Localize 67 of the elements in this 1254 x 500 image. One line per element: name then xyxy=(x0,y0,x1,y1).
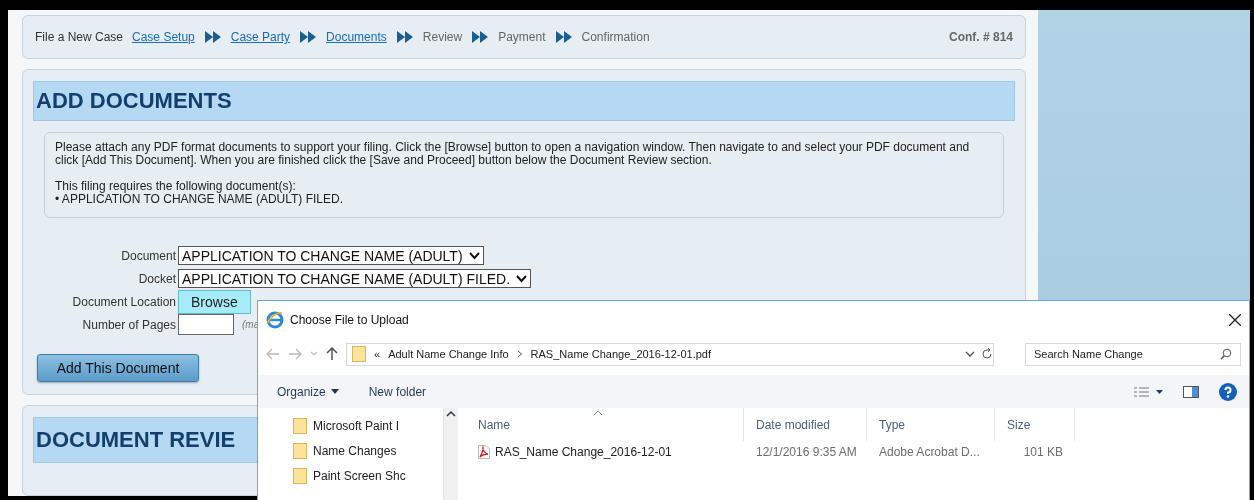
chevron-right-icon xyxy=(516,350,523,358)
up-arrow-icon[interactable] xyxy=(326,347,338,361)
chevron-down-icon xyxy=(516,274,527,283)
section-title: ADD DOCUMENTS xyxy=(36,88,232,114)
double-chevron-icon xyxy=(471,31,490,43)
column-header[interactable]: Date modified xyxy=(744,408,867,441)
preview-pane-icon[interactable] xyxy=(1183,385,1199,398)
folder-icon xyxy=(293,417,307,434)
address-bar[interactable]: « Adult Name Change Info RAS_Name Change_2016-12-01.pdf xyxy=(346,342,994,366)
file-type: Adobe Acrobat D... xyxy=(878,445,981,459)
folder-item[interactable]: Microsoft Paint I xyxy=(293,416,443,435)
path-segment[interactable]: Adult Name Change Info xyxy=(388,348,509,360)
caret-icon xyxy=(330,389,339,394)
search-icon xyxy=(1220,348,1232,360)
file-date: 12/1/2016 9:35 AM xyxy=(755,445,858,459)
sort-caret-icon xyxy=(593,410,603,416)
double-chevron-icon xyxy=(395,31,414,43)
folder-item[interactable]: Paint Screen Shc xyxy=(293,466,443,485)
file-name: RAS_Name Change_2016-12-01 xyxy=(466,445,744,459)
add-document-button[interactable]: Add This Document xyxy=(37,354,199,382)
field-label: Document xyxy=(120,248,176,263)
help-icon[interactable] xyxy=(1219,382,1237,401)
chevron-down-icon[interactable] xyxy=(965,350,975,358)
column-header[interactable]: Type xyxy=(867,408,995,441)
folder-icon xyxy=(293,467,307,484)
folder-item[interactable]: Name Changes xyxy=(293,441,443,460)
scroll-up-icon[interactable] xyxy=(444,409,458,419)
field-label: Docket xyxy=(137,271,176,286)
step-link[interactable]: Documents xyxy=(326,30,387,44)
file-row[interactable]: RAS_Name Change_2016-12-01 12/1/2016 9:35 AM Adobe Acrobat D... 101 KB xyxy=(466,441,1249,463)
confirmation-number: Conf. # 814 xyxy=(948,30,1013,44)
path-segment[interactable]: « xyxy=(374,348,381,360)
pdf-file-icon xyxy=(478,445,490,459)
step-link[interactable]: Case Party xyxy=(230,30,291,44)
section-title: DOCUMENT REVIE xyxy=(36,427,236,453)
toolbar-button[interactable]: New folder xyxy=(368,384,427,399)
dropdown[interactable]: APPLICATION TO CHANGE NAME (ADULT) xyxy=(178,246,484,265)
double-chevron-icon xyxy=(299,31,318,43)
path-segment[interactable]: RAS_Name Change_2016-12-01.pdf xyxy=(530,348,711,360)
step-label: Confirmation xyxy=(581,30,650,44)
browser-logo-icon xyxy=(266,311,284,329)
step-label: Review xyxy=(422,30,463,44)
requirements-heading: This filing requires the following document(s): xyxy=(55,180,297,193)
column-header[interactable]: Size xyxy=(995,408,1075,441)
double-chevron-icon xyxy=(554,31,573,43)
requirement-item: • APPLICATION TO CHANGE NAME (ADULT) FILED. xyxy=(55,193,345,206)
breadcrumb-lead: File a New Case xyxy=(35,30,124,44)
step-link[interactable]: Case Setup xyxy=(132,30,195,44)
view-options-icon[interactable] xyxy=(1133,385,1163,398)
field-label: Number of Pages xyxy=(81,317,176,332)
dialog-title: Choose File to Upload xyxy=(290,313,409,327)
column-header[interactable]: Name xyxy=(466,408,744,441)
dropdown[interactable]: APPLICATION TO CHANGE NAME (ADULT) FILED. xyxy=(178,269,531,288)
refresh-icon[interactable] xyxy=(981,348,993,360)
input-field[interactable] xyxy=(178,314,234,335)
folder-icon xyxy=(293,442,307,459)
step-label: Payment xyxy=(498,30,546,44)
toolbar-button[interactable]: Organize xyxy=(277,384,339,399)
browse-button[interactable]: Browse xyxy=(178,289,251,314)
file-size: 101 KB xyxy=(1022,445,1064,459)
close-icon[interactable] xyxy=(1229,314,1241,326)
chevron-down-icon xyxy=(468,251,480,260)
field-label: Document Location xyxy=(71,294,176,309)
search-field[interactable]: Search Name Change xyxy=(1025,342,1241,366)
double-chevron-icon xyxy=(203,31,222,43)
instructions-text: Please attach any PDF format documents to support your filing. Click the [Browse] button to open a navigation window. Then navigate to and select your PDF document and click [Add This Document]. When you are finished click the [Save and Proceed] button below the Document Review section. xyxy=(55,141,971,167)
folder-icon xyxy=(352,346,366,362)
